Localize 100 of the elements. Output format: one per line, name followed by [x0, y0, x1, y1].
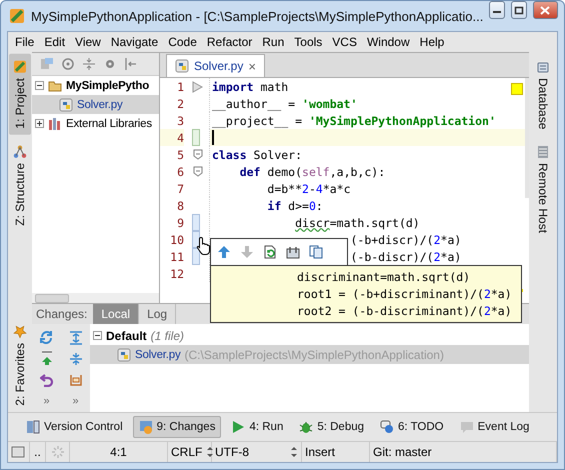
library-icon: [48, 116, 62, 130]
change-marker[interactable]: [192, 129, 200, 146]
editor-tab[interactable]: Solver.py ×: [166, 54, 265, 77]
line-number: 2: [176, 96, 184, 110]
tree-item[interactable]: MySimplePytho: [32, 76, 159, 95]
tool-window-tab[interactable]: 2: Favorites: [9, 319, 31, 412]
menu-item[interactable]: VCS: [327, 35, 362, 49]
menu-item[interactable]: File: [10, 35, 40, 49]
git-branch[interactable]: Git: master: [373, 445, 432, 459]
panel-toggle-icon[interactable]: [11, 445, 25, 459]
more-button[interactable]: ..: [34, 445, 41, 459]
panel-title: Changes:: [35, 306, 88, 323]
line-number: 6: [176, 164, 184, 178]
tool-window-button[interactable]: 5: Debug: [293, 416, 370, 438]
inspection-status-icon[interactable]: [511, 83, 523, 95]
caret-position[interactable]: 4:1: [110, 445, 127, 459]
updown-icon: [290, 446, 298, 458]
tool-window-button[interactable]: 6: TODO: [374, 416, 450, 438]
python-file-icon: [117, 348, 131, 362]
line-number: 7: [176, 182, 184, 196]
star-icon: [13, 325, 27, 340]
tab-close[interactable]: ×: [248, 58, 256, 74]
target-icon[interactable]: [61, 57, 75, 71]
menu-item[interactable]: Run: [257, 35, 290, 49]
hide-panel-icon[interactable]: [124, 57, 138, 71]
collapse-icon[interactable]: [93, 331, 102, 340]
code-line: root2 = (-b-discriminant)/(2*a): [297, 303, 512, 320]
window-title: MySimplePythonApplication - [C:\SampleProjects\MySimplePythonApplicatio...: [31, 8, 484, 24]
line-number: 1: [176, 80, 184, 94]
more-button[interactable]: »: [43, 394, 50, 406]
minimize-button[interactable]: [489, 1, 506, 19]
change-marker[interactable]: [192, 214, 200, 231]
database-icon: [536, 60, 550, 74]
code-line: discr=math.sqrt(d): [295, 216, 420, 230]
rollback-icon[interactable]: [263, 245, 277, 259]
encoding[interactable]: UTF-8: [215, 445, 249, 459]
menu-item[interactable]: Tools: [289, 35, 328, 49]
fold-icon[interactable]: [193, 166, 203, 177]
code-line: if d>=0:: [267, 198, 323, 212]
change-marker[interactable]: [192, 248, 200, 265]
tool-window-tab[interactable]: Z: Structure: [9, 138, 31, 232]
tool-window-button[interactable]: Event Log: [454, 416, 536, 438]
file-count: (1 file): [150, 328, 184, 342]
menu-item[interactable]: Navigate: [106, 35, 164, 49]
close-button[interactable]: [532, 1, 558, 19]
tool-window-button[interactable]: 9: Changes: [132, 416, 222, 438]
code-line: (-b+discr)/(2*a): [350, 232, 462, 246]
code-line: __project__ = 'MySimplePythonApplication': [212, 114, 496, 128]
changelist-name[interactable]: Default: [106, 328, 147, 342]
menu-item[interactable]: Code: [163, 35, 202, 49]
line-number: 11: [169, 250, 184, 264]
tool-window-button[interactable]: Version Control: [20, 416, 129, 438]
code-line: d=b**2-4*a*c: [267, 182, 351, 196]
changed-file[interactable]: Solver.py (C:\SampleProjects\MySimplePythonApplication): [90, 345, 529, 364]
folder-icon: [48, 78, 62, 92]
arrow-up-icon[interactable]: [217, 245, 231, 259]
collapse-all-icon[interactable]: [82, 57, 96, 71]
speech-bubble-icon: [460, 420, 474, 434]
menu-item[interactable]: Refactor: [202, 35, 258, 49]
branch-grid-icon: [26, 420, 40, 434]
scrollbar-thumb[interactable]: [35, 294, 69, 302]
fold-icon[interactable]: [193, 149, 203, 160]
expand-all-icon[interactable]: [68, 330, 82, 344]
maximize-button[interactable]: [511, 1, 527, 19]
line-number: 8: [176, 198, 184, 212]
menu-item[interactable]: View: [70, 35, 106, 49]
line-number: 9: [176, 216, 184, 230]
menu-item[interactable]: Edit: [39, 35, 70, 49]
line-separator[interactable]: CRLF: [171, 445, 202, 459]
copy-icon[interactable]: [309, 245, 323, 259]
pycharm-logo-icon: [13, 60, 27, 74]
collapse-icon[interactable]: [35, 81, 44, 90]
change-marker[interactable]: [192, 231, 200, 248]
code-line: import math: [212, 80, 288, 94]
line-number: 3: [176, 114, 184, 128]
fold-arrow-icon[interactable]: [192, 80, 203, 92]
shelve-icon[interactable]: [68, 372, 82, 386]
arrow-down-icon[interactable]: [240, 245, 254, 259]
tree-item[interactable]: Solver.py: [32, 95, 159, 114]
play-icon: [231, 420, 246, 434]
expand-icon[interactable]: [35, 119, 44, 128]
tool-window-tab[interactable]: Remote Host: [530, 139, 556, 240]
code-line: def demo(self,a,b,c):: [240, 164, 386, 178]
close-icon: [540, 6, 550, 14]
more-button[interactable]: »: [72, 394, 79, 406]
menu-item[interactable]: Help: [414, 35, 450, 49]
tool-window-tab[interactable]: Database: [530, 54, 556, 136]
menu-item[interactable]: Window: [362, 35, 415, 49]
undo-icon[interactable]: [40, 372, 54, 386]
tool-window-tab[interactable]: 1: Project: [9, 54, 31, 135]
commit-icon[interactable]: [40, 351, 54, 366]
refresh-icon[interactable]: [39, 330, 54, 345]
updown-icon: [206, 446, 214, 458]
collapse-all-icon[interactable]: [68, 352, 82, 366]
code-line: (-b-discr)/(2*a): [350, 250, 462, 264]
spinner-icon: [50, 445, 64, 459]
line-number: 10: [169, 232, 184, 246]
tool-window-button[interactable]: 4: Run: [225, 416, 290, 438]
code-line: discriminant=math.sqrt(d): [297, 269, 470, 286]
tree-item[interactable]: External Libraries: [32, 114, 159, 133]
